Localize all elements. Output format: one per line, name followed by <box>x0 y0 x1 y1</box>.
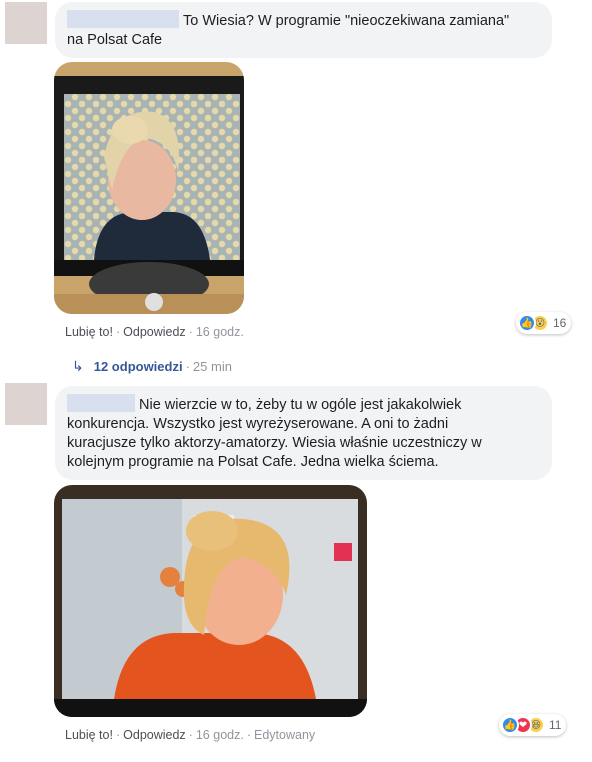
comment-text-line: na Polsat Cafe <box>67 32 163 48</box>
comment-timestamp[interactable]: 16 godz. <box>196 325 244 339</box>
comment-text-line: konkurencja. Wszystko jest wyreżyserowan… <box>67 416 449 432</box>
reactions-summary[interactable]: 👍 😮 16 <box>516 312 572 334</box>
comment-text-line: Nie wierzcie w to, żeby tu w ogóle jest … <box>139 397 462 413</box>
commenter-avatar[interactable] <box>5 383 47 425</box>
comment-photo[interactable] <box>54 62 244 314</box>
like-icon: 👍 <box>501 716 519 734</box>
comment-text-line: To Wiesia? W programie "nieoczekiwana za… <box>183 13 510 29</box>
commenter-name-redacted[interactable] <box>67 394 135 412</box>
replies-timestamp[interactable]: 25 min <box>193 359 232 374</box>
reply-link[interactable]: Odpowiedz <box>123 728 186 742</box>
comment-text-line: kolejnym programie na Polsat Cafe. Jedna… <box>67 454 439 470</box>
comment-photo[interactable] <box>54 485 367 717</box>
view-replies-link[interactable]: 12 odpowiedzi <box>94 359 183 374</box>
like-link[interactable]: Lubię to! <box>65 325 113 339</box>
reaction-count: 16 <box>553 316 567 330</box>
reactions-summary[interactable]: 👍 ❤ 😆 11 <box>499 714 567 736</box>
commenter-avatar[interactable] <box>5 2 47 44</box>
commenter-name-redacted[interactable] <box>67 10 179 28</box>
comment-text-line: kuracjusze tylko aktorzy-amatorzy. Wiesi… <box>67 435 482 451</box>
comment-actions: Lubię to! · Odpowiedz · 16 godz. · Edytowany <box>65 728 316 742</box>
comment-timestamp[interactable]: 16 godz. <box>196 728 244 742</box>
replies-row: ↳ 12 odpowiedzi · 25 min <box>72 358 232 374</box>
reaction-count: 11 <box>549 718 562 732</box>
comment-bubble: To Wiesia? W programie "nieoczekiwana za… <box>55 2 552 58</box>
edited-label[interactable]: Edytowany <box>254 728 315 742</box>
reply-arrow-icon: ↳ <box>72 358 84 374</box>
like-link[interactable]: Lubię to! <box>65 728 113 742</box>
comment-actions: Lubię to! · Odpowiedz · 16 godz. <box>65 325 244 339</box>
like-icon: 👍 <box>518 314 536 332</box>
reply-link[interactable]: Odpowiedz <box>123 325 186 339</box>
comment-bubble: Nie wierzcie w to, żeby tu w ogóle jest … <box>55 386 552 480</box>
